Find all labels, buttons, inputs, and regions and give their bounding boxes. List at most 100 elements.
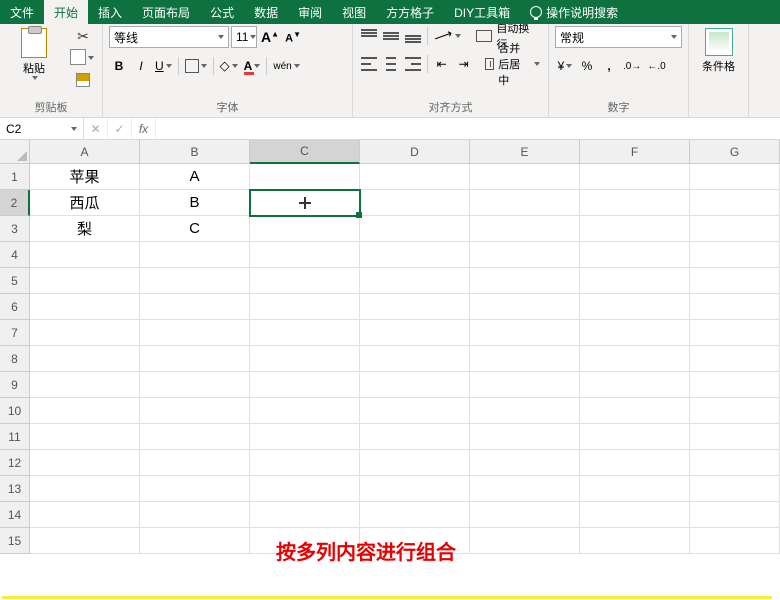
tab-file[interactable]: 文件 [0, 0, 44, 24]
row-header[interactable]: 13 [0, 476, 30, 502]
cell[interactable] [250, 242, 360, 268]
cell[interactable] [690, 450, 780, 476]
cell[interactable] [30, 346, 140, 372]
formula-input[interactable] [156, 118, 780, 139]
cell[interactable] [580, 190, 690, 216]
cell[interactable] [30, 268, 140, 294]
decrease-decimal-button[interactable]: ←.0 [645, 56, 667, 76]
cell[interactable] [360, 424, 470, 450]
cut-button[interactable]: ✂ [70, 26, 96, 46]
cell[interactable] [580, 398, 690, 424]
cell[interactable] [580, 372, 690, 398]
row-header[interactable]: 12 [0, 450, 30, 476]
cell[interactable] [580, 528, 690, 554]
cell[interactable] [690, 502, 780, 528]
cell[interactable] [250, 476, 360, 502]
tab-diy[interactable]: DIY工具箱 [444, 0, 520, 24]
cell[interactable] [140, 502, 250, 528]
row-header[interactable]: 8 [0, 346, 30, 372]
cell[interactable] [140, 450, 250, 476]
cell[interactable] [30, 294, 140, 320]
row-header[interactable]: 7 [0, 320, 30, 346]
cell[interactable]: 梨 [30, 216, 140, 242]
tab-insert[interactable]: 插入 [88, 0, 132, 24]
row-header[interactable]: 14 [0, 502, 30, 528]
column-header[interactable]: C [250, 140, 360, 164]
cell[interactable] [470, 242, 580, 268]
cell[interactable]: C [140, 216, 250, 242]
cell[interactable] [470, 398, 580, 424]
number-format-select[interactable]: 常规 [555, 26, 682, 48]
cell[interactable] [470, 164, 580, 190]
row-header[interactable]: 6 [0, 294, 30, 320]
cell[interactable] [470, 476, 580, 502]
format-painter-button[interactable] [70, 70, 96, 90]
column-header[interactable]: B [140, 140, 250, 164]
cell[interactable] [580, 320, 690, 346]
cell[interactable] [470, 190, 580, 216]
copy-button[interactable] [70, 48, 96, 68]
cell[interactable] [360, 502, 470, 528]
tab-view[interactable]: 视图 [332, 0, 376, 24]
tab-home[interactable]: 开始 [44, 0, 88, 24]
cell[interactable] [250, 398, 360, 424]
accounting-format-button[interactable]: ¥ [555, 56, 575, 76]
cell[interactable] [250, 216, 360, 242]
row-header[interactable]: 3 [0, 216, 30, 242]
cell[interactable] [140, 424, 250, 450]
cell[interactable]: 苹果 [30, 164, 140, 190]
cell[interactable] [250, 294, 360, 320]
cell[interactable] [690, 320, 780, 346]
row-header[interactable]: 10 [0, 398, 30, 424]
align-bottom-button[interactable] [403, 26, 423, 46]
cell[interactable] [30, 476, 140, 502]
cell[interactable] [690, 294, 780, 320]
cell[interactable] [690, 216, 780, 242]
align-left-button[interactable] [359, 54, 379, 74]
align-middle-button[interactable] [381, 26, 401, 46]
cell[interactable] [360, 398, 470, 424]
conditional-formatting-icon[interactable] [705, 28, 733, 56]
cell[interactable] [140, 268, 250, 294]
cell[interactable] [250, 190, 360, 216]
tell-me-search[interactable]: 操作说明搜索 [520, 0, 628, 24]
font-color-button[interactable]: A [242, 56, 263, 76]
cell[interactable] [360, 190, 470, 216]
row-header[interactable]: 1 [0, 164, 30, 190]
cell[interactable] [580, 268, 690, 294]
cell[interactable] [140, 528, 250, 554]
cell[interactable] [360, 476, 470, 502]
column-header[interactable]: A [30, 140, 140, 164]
cell[interactable] [30, 528, 140, 554]
tab-page-layout[interactable]: 页面布局 [132, 0, 200, 24]
underline-button[interactable]: U [153, 56, 174, 76]
cell[interactable] [580, 164, 690, 190]
cell[interactable] [30, 502, 140, 528]
cell[interactable] [140, 398, 250, 424]
tab-review[interactable]: 审阅 [288, 0, 332, 24]
row-header[interactable]: 2 [0, 190, 30, 216]
phonetic-button[interactable]: wén [271, 56, 301, 76]
cell[interactable] [140, 320, 250, 346]
cell[interactable] [250, 346, 360, 372]
align-center-button[interactable] [381, 54, 401, 74]
cell[interactable] [580, 450, 690, 476]
comma-format-button[interactable]: , [599, 56, 619, 76]
cell[interactable] [690, 476, 780, 502]
cell[interactable] [470, 294, 580, 320]
cell[interactable] [690, 424, 780, 450]
cell[interactable] [250, 164, 360, 190]
cell[interactable]: B [140, 190, 250, 216]
orientation-button[interactable]: ⟶ [432, 26, 462, 46]
cell[interactable] [140, 242, 250, 268]
cell[interactable] [580, 216, 690, 242]
cell[interactable] [360, 242, 470, 268]
cell[interactable] [30, 242, 140, 268]
percent-format-button[interactable]: % [577, 56, 597, 76]
cell[interactable] [580, 502, 690, 528]
select-all-corner[interactable] [0, 140, 30, 164]
cell[interactable] [690, 190, 780, 216]
cell[interactable] [250, 424, 360, 450]
cell[interactable] [140, 476, 250, 502]
cell[interactable] [360, 268, 470, 294]
